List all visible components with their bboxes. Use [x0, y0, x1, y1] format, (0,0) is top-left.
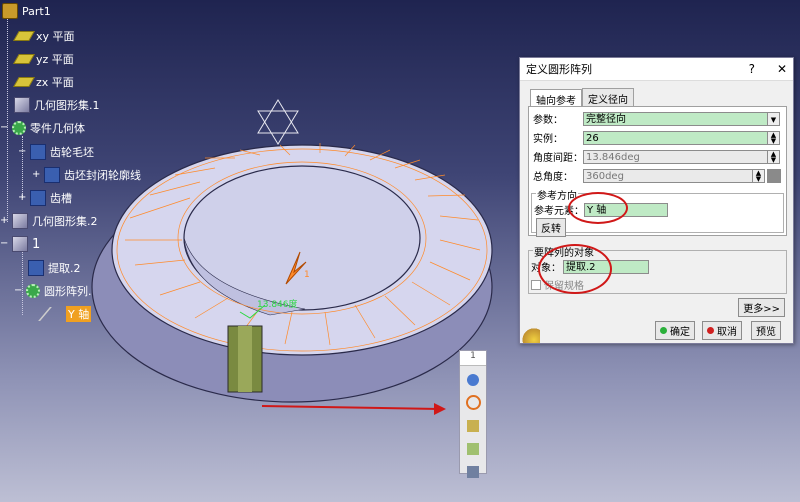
- cancel-button[interactable]: 取消: [702, 321, 742, 340]
- help-button[interactable]: ?: [749, 62, 755, 76]
- angle-spacing-label: 角度间距：: [533, 153, 583, 164]
- toolbar-extract-button[interactable]: [463, 416, 483, 435]
- annotation-circle: [538, 244, 612, 294]
- cancel-icon: [707, 327, 714, 334]
- total-angle-spinner[interactable]: ▲ ▼: [753, 168, 765, 183]
- pattern-icon: [467, 373, 479, 386]
- surface-icon: [467, 442, 479, 455]
- tab-panel: 参数： 完整径向 ▼ 实例： 26 ▲ ▼ 角度间距： 13.846deg ▲ ▼ …: [528, 106, 787, 237]
- gear-tooth-slot-face: [238, 326, 252, 392]
- dialog-titlebar[interactable]: 定义圆形阵列 ? ✕: [520, 58, 793, 81]
- ok-icon: [660, 327, 667, 334]
- angle-dimension-label: 13.846度: [257, 300, 298, 310]
- toolbar-circle-button[interactable]: [463, 393, 483, 412]
- angle-spacing-row: 角度间距： 13.846deg ▲ ▼: [533, 149, 780, 164]
- total-angle-label: 总角度：: [533, 172, 573, 183]
- total-angle-input[interactable]: 360deg: [583, 168, 753, 183]
- checkbox-box[interactable]: [531, 279, 541, 290]
- more-button[interactable]: 更多>>: [738, 298, 785, 317]
- circular-pattern-dialog: 定义圆形阵列 ? ✕ 轴向参考 定义径向 参数： 完整径向 ▼ 实例： 26 ▲…: [519, 57, 794, 344]
- toolbar-measure-button[interactable]: [463, 462, 483, 481]
- instances-spinner[interactable]: ▲ ▼: [768, 130, 780, 145]
- measure-icon: [467, 465, 479, 478]
- ok-label: 确定: [670, 327, 690, 338]
- axis-compass-icon: [257, 99, 299, 145]
- total-angle-row: 总角度： 360deg ▲ ▼: [533, 168, 781, 183]
- formula-icon[interactable]: [767, 168, 781, 183]
- instances-row: 实例： 26 ▲ ▼: [533, 130, 780, 145]
- toolbar-pattern-button[interactable]: [463, 370, 483, 389]
- extract-icon: [467, 419, 479, 432]
- dialog-tabs: 轴向参考 定义径向: [530, 88, 634, 109]
- instances-input[interactable]: 26: [583, 130, 768, 145]
- sun-icon: [520, 327, 540, 343]
- cancel-label: 取消: [717, 327, 737, 338]
- reverse-button[interactable]: 反转: [536, 218, 566, 237]
- close-button[interactable]: ✕: [777, 62, 787, 76]
- circle-icon: [465, 395, 481, 410]
- annotation-circle: [568, 192, 628, 224]
- annotation-arrowhead: [434, 403, 446, 415]
- arrow-number-label: 1: [304, 270, 310, 280]
- tab-define-radial[interactable]: 定义径向: [582, 88, 634, 108]
- chevron-down-icon[interactable]: ▼: [768, 111, 780, 126]
- toolbar-surface-button[interactable]: [463, 439, 483, 458]
- params-select[interactable]: 完整径向: [583, 111, 768, 126]
- preview-button[interactable]: 预览: [751, 321, 781, 340]
- angle-spacing-spinner[interactable]: ▲ ▼: [768, 149, 780, 164]
- params-label: 参数：: [533, 115, 563, 126]
- dialog-title: 定义圆形阵列: [526, 63, 592, 76]
- instances-label: 实例：: [533, 134, 563, 145]
- params-row: 参数： 完整径向 ▼: [533, 111, 780, 126]
- toolbar-header[interactable]: 1: [460, 351, 486, 366]
- floating-toolbar: 1: [459, 350, 487, 478]
- annotation-arrow-toolbar: [261, 405, 441, 410]
- ok-button[interactable]: 确定: [655, 321, 695, 340]
- angle-spacing-input[interactable]: 13.846deg: [583, 149, 768, 164]
